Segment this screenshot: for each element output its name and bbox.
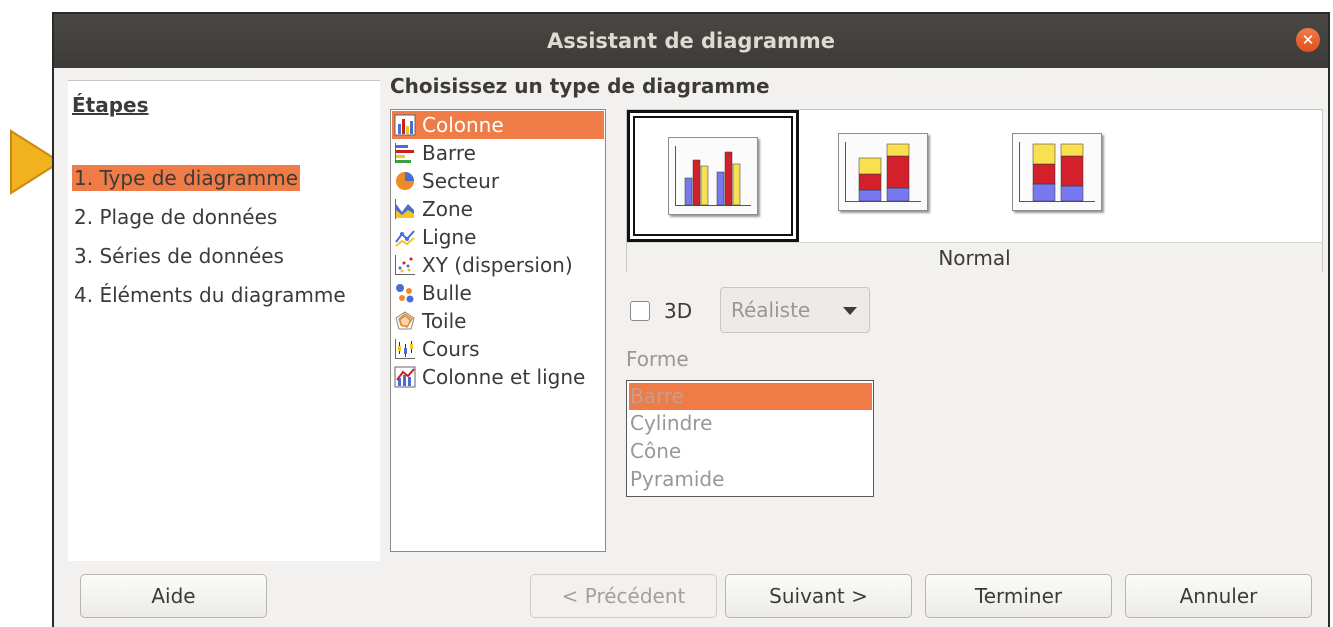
close-icon: ✕ [1301, 31, 1315, 49]
steps-heading: Étapes [72, 93, 149, 117]
chart-type-label: Toile [422, 309, 467, 333]
column-chart-icon [394, 114, 416, 136]
chart-type-label: Zone [422, 197, 473, 221]
chart-type-label: Colonne [422, 113, 504, 137]
close-button[interactable]: ✕ [1296, 28, 1320, 52]
chart-type-label: Ligne [422, 225, 477, 249]
cancel-button[interactable]: Annuler [1125, 574, 1312, 618]
chart-type-label: Barre [422, 141, 476, 165]
chart-type-label: Colonne et ligne [422, 365, 586, 389]
column-percent-stacked-icon [1012, 133, 1102, 211]
scatter-chart-icon [394, 254, 416, 276]
chart-type-item-pie[interactable]: Secteur [392, 167, 604, 195]
steps-pane: Étapes 1. Type de diagramme 2. Plage de … [68, 80, 380, 561]
chart-type-heading: Choisissez un type de diagramme [390, 74, 770, 98]
area-chart-icon [394, 198, 416, 220]
column-normal-icon [668, 137, 758, 215]
chevron-down-icon [843, 307, 857, 315]
shape-item-pyramid[interactable]: Pyramide [629, 466, 872, 493]
variant-caption: Normal [627, 242, 1322, 272]
variant-normal[interactable] [627, 110, 799, 242]
bar-chart-icon [394, 142, 416, 164]
stock-chart-icon [394, 338, 416, 360]
pie-chart-icon [394, 170, 416, 192]
chart-type-label: Cours [422, 337, 480, 361]
three-d-checkbox[interactable]: 3D [630, 299, 692, 323]
shape-list[interactable]: Barre Cylindre Cône Pyramide [626, 380, 874, 497]
finish-button[interactable]: Terminer [925, 574, 1112, 618]
chart-type-list[interactable]: Colonne Barre Secteur Zone Ligne XY (dis… [390, 109, 606, 552]
chart-type-label: Bulle [422, 281, 472, 305]
next-button[interactable]: Suivant > [725, 574, 912, 618]
chart-type-item-bar[interactable]: Barre [392, 139, 604, 167]
chart-type-item-xy-scatter[interactable]: XY (dispersion) [392, 251, 604, 279]
step-chart-elements[interactable]: 4. Éléments du diagramme [72, 282, 348, 308]
step-chart-type[interactable]: 1. Type de diagramme [72, 165, 301, 191]
column-stacked-icon [838, 133, 928, 211]
shape-label: Forme [626, 347, 689, 371]
chart-type-label: XY (dispersion) [422, 253, 573, 277]
step-data-range[interactable]: 2. Plage de données [72, 204, 279, 230]
chart-type-item-area[interactable]: Zone [392, 195, 604, 223]
chart-type-item-net[interactable]: Toile [392, 307, 604, 335]
checkbox-box[interactable] [630, 301, 650, 321]
line-chart-icon [394, 226, 416, 248]
variant-percent-stacked[interactable] [1011, 132, 1103, 212]
variant-stacked[interactable] [837, 132, 929, 212]
shape-item-cone[interactable]: Cône [629, 438, 872, 465]
chart-variant-panel: Normal [626, 109, 1323, 272]
dialog-title: Assistant de diagramme [546, 29, 835, 53]
shape-item-cylinder[interactable]: Cylindre [629, 410, 872, 437]
help-button[interactable]: Aide [80, 574, 267, 618]
chart-wizard-dialog: Assistant de diagramme ✕ Étapes 1. Type … [52, 12, 1330, 627]
chart-type-item-stock[interactable]: Cours [392, 335, 604, 363]
bubble-chart-icon [394, 282, 416, 304]
column-line-chart-icon [394, 366, 416, 388]
chart-type-item-column[interactable]: Colonne [392, 111, 604, 139]
shape-item-bar[interactable]: Barre [629, 383, 872, 410]
look-value: Réaliste [731, 298, 811, 322]
title-bar: Assistant de diagramme ✕ [54, 14, 1328, 68]
previous-button[interactable]: < Précédent [530, 574, 717, 618]
step-data-series[interactable]: 3. Séries de données [72, 243, 286, 269]
three-d-label: 3D [664, 299, 693, 323]
net-chart-icon [394, 310, 416, 332]
chart-type-item-bubble[interactable]: Bulle [392, 279, 604, 307]
chart-type-label: Secteur [422, 169, 500, 193]
chart-type-item-column-line[interactable]: Colonne et ligne [392, 363, 604, 391]
chart-type-item-line[interactable]: Ligne [392, 223, 604, 251]
look-dropdown[interactable]: Réaliste [720, 287, 870, 333]
